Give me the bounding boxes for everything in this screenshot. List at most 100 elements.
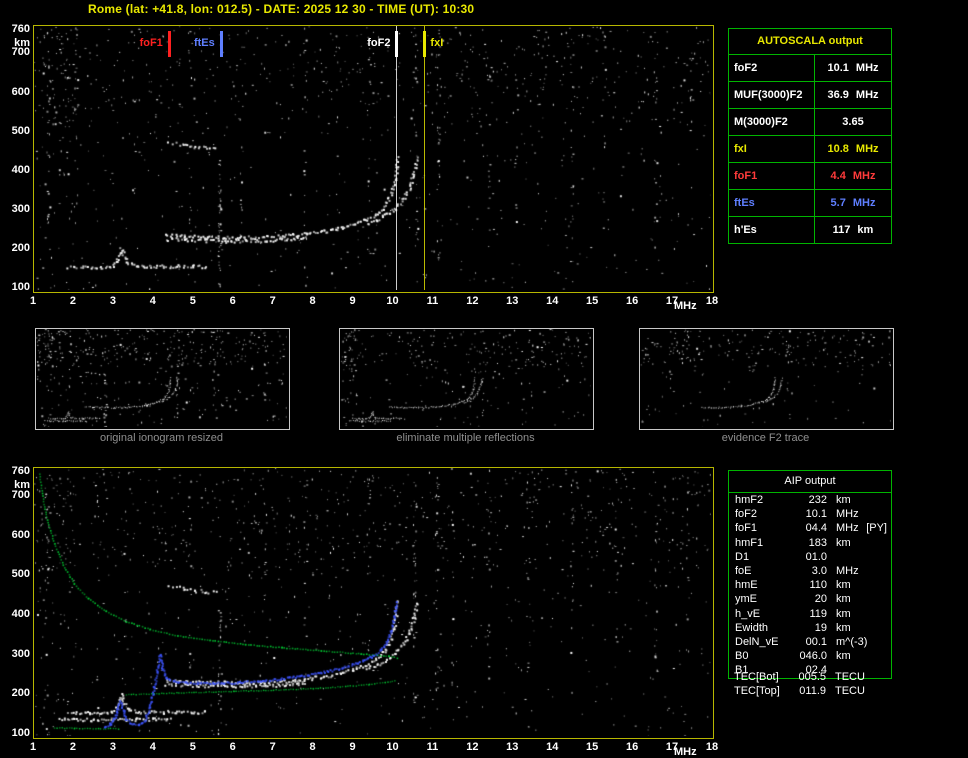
ionogram-canvas-bottom [34,468,711,736]
thumbnail-caption-1: original ionogram resized [100,432,223,444]
x-tick-label: 7 [269,741,276,753]
y-tick-label: 100 [11,727,30,740]
marker-label-foF1: foF1 [139,37,163,49]
autoscala-row-label: fxI [729,136,815,162]
autoscala-table-rows: foF2 10.1 MHz MUF(3000)F2 36.9 MHz M(3000)F2 3.… [729,55,891,243]
x-tick-label: 13 [506,741,519,753]
marker-line-foF2 [396,26,398,290]
autoscala-row-label: M(3000)F2 [729,109,815,135]
aip-row-value: 10.1 [805,508,827,521]
x-tick-label: 3 [109,741,116,753]
aip-row-label: hmE [735,579,758,592]
y-tick-label: 600 [11,85,30,98]
aip-row-value: 046.0 [799,650,827,663]
aip-row-hmE: hmE 110 km [729,578,891,592]
y-tick-label: 400 [11,163,30,176]
page-title: Rome (lat: +41.8, lon: 012.5) - DATE: 20… [88,2,475,16]
aip-row-DelN_vE: DelN_vE 00.1 m^(-3) [729,635,891,649]
x-tick-label: 12 [466,741,479,753]
autoscala-row-h'Es: h'Es 117 km [729,217,891,243]
x-axis-unit-label: MHz [674,300,697,312]
y-tick-label: 760 [11,464,30,477]
x-tick-label: 2 [69,295,76,307]
x-tick-label: 13 [506,295,519,307]
aip-row-h_vE: h_vE 119 km [729,607,891,621]
aip-row-value: 01.0 [805,550,827,563]
x-tick-label: 5 [189,295,196,307]
x-tick-label: 1 [29,741,37,753]
y-tick-label: 760 [11,22,30,35]
x-tick-label: 10 [386,741,399,753]
aip-row-label: foE [735,564,752,577]
y-tick-label: 200 [11,241,30,254]
autoscala-row-foF2: foF2 10.1 MHz [729,55,891,82]
aip-table-rows: hmF2 232 km foF2 10.1 MHz foF1 04.4 MHz [PY] hmF1 1… [729,493,891,677]
aip-row-label: foF2 [735,508,758,521]
aip-row-value: 04.4 [805,522,827,535]
x-tick-label: 8 [309,741,316,753]
ionogram-canvas-top [34,26,711,290]
autoscala-row-label: MUF(3000)F2 [729,82,815,108]
aip-row-unit: km [836,579,851,592]
thumbnail-original-ionogram [35,328,290,430]
aip-row-value: 232 [808,494,827,506]
autoscala-row-M(3000)F2: M(3000)F2 3.65 [729,109,891,136]
marker-bar-fxI [423,31,427,57]
x-tick-label: 15 [586,295,599,307]
x-tick-label: 11 [426,295,439,307]
autoscala-row-label: foF2 [729,55,815,81]
ionogram-plot-aip [33,467,714,739]
thumbnail-caption-3: evidence F2 trace [721,432,810,444]
x-tick-label: 10 [386,295,399,307]
aip-row-unit: MHz [836,522,859,535]
autoscala-row-MUF(3000)F2: MUF(3000)F2 36.9 MHz [729,82,891,109]
aip-row-foE: foE 3.0 MHz [729,564,891,578]
x-tick-label: 18 [705,295,719,307]
aip-row-label: TEC[Bot] [734,671,779,683]
aip-row-TEC[Top]: TEC[Top] 011.9 TECU [728,685,896,698]
aip-row-unit: km [836,607,851,620]
marker-label-foF2: foF2 [367,37,391,49]
y-tick-label: 400 [11,607,30,620]
y-tick-label: 200 [11,687,30,700]
x-tick-label: 6 [229,741,236,753]
aip-row-unit: TECU [835,671,865,683]
x-tick-label: 15 [586,741,599,753]
autoscala-table-header: AUTOSCALA output [729,29,891,55]
aip-row-label: D1 [735,550,750,563]
y-axis-unit-label: km [14,478,30,491]
thumbnail-canvas-3 [640,329,891,427]
autoscala-row-value: 4.4 MHz [830,170,876,182]
aip-row-value: 011.9 [799,684,826,697]
aip-row-hmF1: hmF1 183 km [729,536,891,550]
x-tick-label: 1 [29,295,37,307]
aip-row-ymE: ymE 20 km [729,592,891,606]
aip-row-extra: [PY] [866,522,887,535]
aip-row-value: 3.0 [811,564,827,577]
x-tick-label: 9 [349,741,356,753]
x-tick-label: 4 [149,295,156,307]
aip-row-label: hmF1 [735,536,764,549]
x-tick-label: 7 [269,295,276,307]
autoscala-row-value: 10.1 MHz [827,62,879,74]
autoscala-row-label: h'Es [729,217,815,243]
aip-row-unit: MHz [836,508,859,521]
x-tick-label: 6 [229,295,236,307]
autoscala-row-value: 36.9 MHz [827,89,879,101]
autoscala-row-fxI: fxI 10.8 MHz [729,136,891,163]
x-tick-label: 5 [189,741,196,753]
aip-row-Ewidth: Ewidth 19 km [729,621,891,635]
aip-row-D1: D1 01.0 [729,550,891,564]
aip-row-unit: km [836,650,851,663]
aip-row-label: ymE [735,593,757,606]
autoscala-row-value: 3.65 [842,116,864,128]
aip-row-B0: B0 046.0 km [729,649,891,663]
aip-row-foF2: foF2 10.1 MHz [729,507,891,521]
x-tick-label: 18 [705,741,719,753]
marker-bar-foF2 [395,31,399,57]
ionogram-plot-autoscala [33,25,714,293]
y-tick-label: 300 [11,202,30,215]
y-tick-label: 500 [11,568,30,581]
marker-label-fxI: fxI [430,37,444,49]
aip-row-foF1: foF1 04.4 MHz [PY] [729,521,891,535]
